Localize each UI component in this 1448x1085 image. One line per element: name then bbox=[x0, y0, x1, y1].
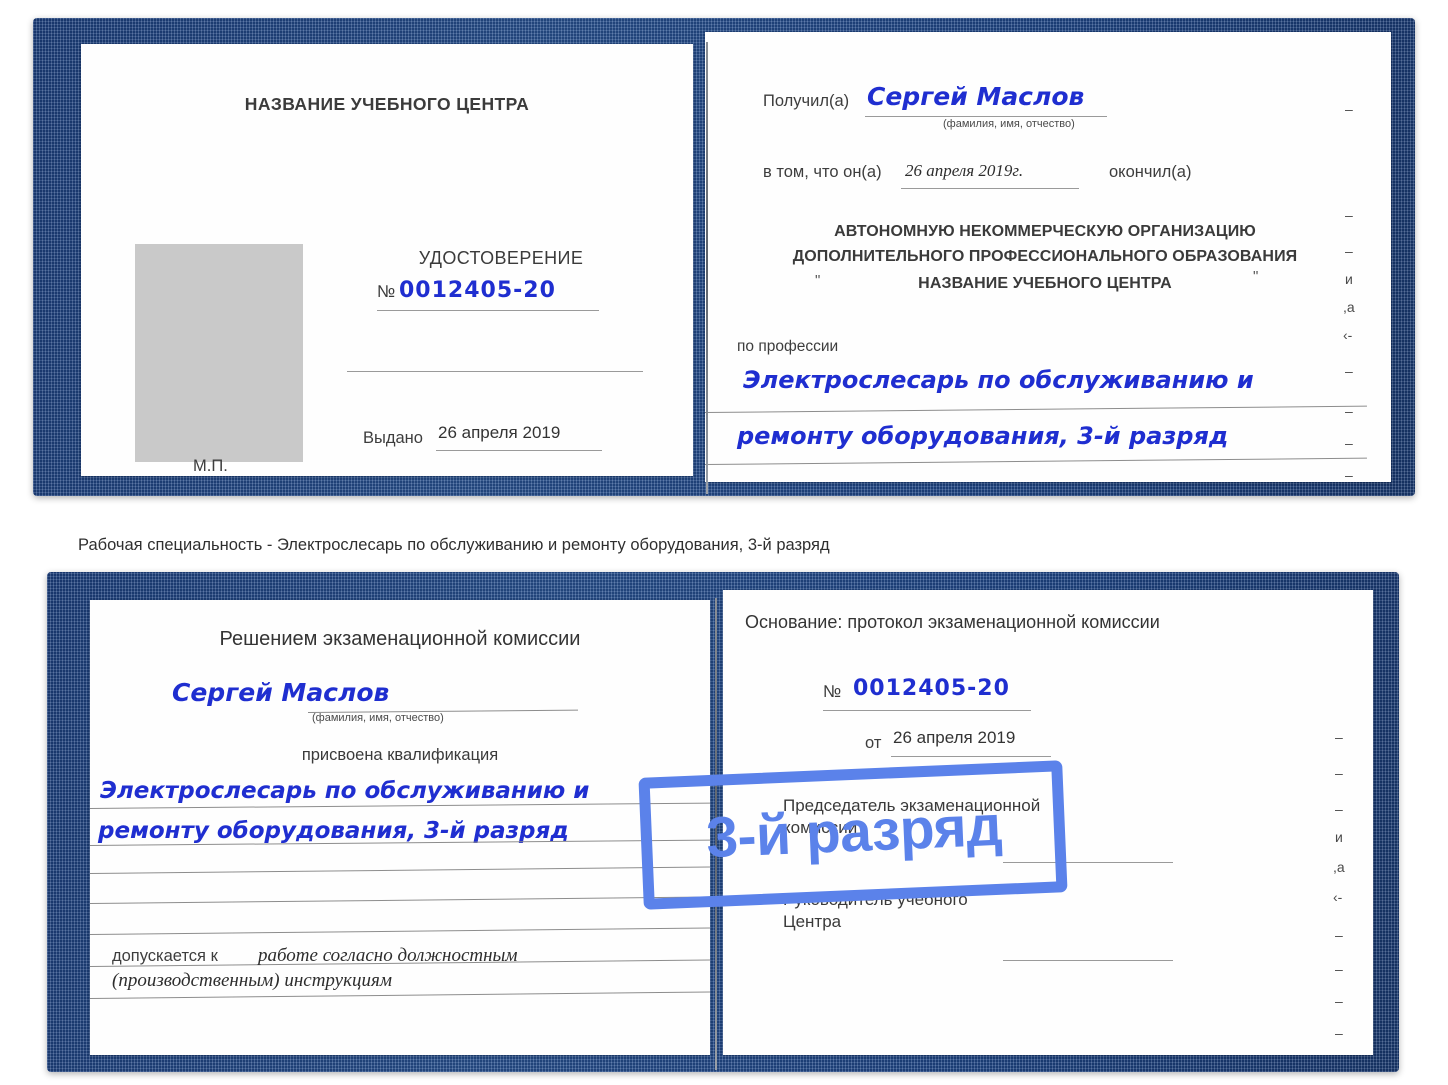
edge-mark-6: – bbox=[1345, 363, 1353, 379]
edge2-mark-2: – bbox=[1335, 801, 1343, 817]
head-line-2: Центра bbox=[783, 912, 842, 931]
book-spine-top bbox=[706, 42, 708, 494]
edge2-mark-4: ,а bbox=[1333, 859, 1345, 875]
protocol-date: 26 апреля 2019 bbox=[893, 728, 1016, 747]
protocol-date-underline bbox=[891, 756, 1051, 758]
edge2-mark-1: – bbox=[1335, 765, 1343, 781]
completion-date-underline bbox=[901, 188, 1079, 190]
edge-mark-7: – bbox=[1345, 403, 1353, 419]
profession-line-2: ремонту оборудования, 3-й разряд bbox=[737, 422, 1229, 450]
edge2-mark-0: – bbox=[1335, 729, 1343, 745]
profession-line-1: Электрослесарь по обслуживанию и bbox=[743, 366, 1254, 394]
issued-date: 26 апреля 2019 bbox=[438, 423, 561, 442]
blank-rule-1 bbox=[90, 866, 710, 875]
page-caption: Рабочая специальность - Электрослесарь п… bbox=[78, 536, 830, 554]
in-that-label: в том, что он(а) bbox=[763, 163, 882, 181]
profession-rule-1 bbox=[705, 405, 1367, 414]
doc1-right-page: Получил(а) Сергей Маслов (фамилия, имя, … bbox=[705, 32, 1391, 482]
edge2-mark-7: – bbox=[1335, 961, 1343, 977]
fio-hint: (фамилия, имя, отчество) bbox=[943, 118, 1075, 130]
recipient-name: Сергей Маслов bbox=[867, 82, 1085, 111]
head-signature-line bbox=[1003, 960, 1173, 962]
org-line-2: ДОПОЛНИТЕЛЬНОГО ПРОФЕССИОНАЛЬНОГО ОБРАЗО… bbox=[792, 248, 1298, 265]
issued-label: Выдано bbox=[363, 429, 423, 447]
certificate-number: 0012405-20 bbox=[399, 278, 556, 303]
from-label: от bbox=[865, 734, 882, 752]
edge-mark-3: и bbox=[1345, 271, 1353, 287]
decision-title: Решением экзаменационной комиссии bbox=[219, 628, 581, 650]
edge-mark-2: – bbox=[1345, 243, 1353, 259]
qualification-line-1: Электрослесарь по обслуживанию и bbox=[100, 778, 590, 804]
doc2-left-page: Решением экзаменационной комиссии Сергей… bbox=[90, 600, 710, 1055]
blank-rule-5 bbox=[90, 991, 710, 1000]
blank-rule-2 bbox=[90, 896, 710, 905]
doc1-left-page: НАЗВАНИЕ УЧЕБНОГО ЦЕНТРА УДОСТОВЕРЕНИЕ №… bbox=[81, 44, 693, 476]
fio-hint-2: (фамилия, имя, отчество) bbox=[312, 712, 444, 724]
protocol-number-underline bbox=[823, 710, 1031, 712]
edge-mark-4: ,а bbox=[1343, 299, 1355, 315]
org-quote-close: " bbox=[1253, 268, 1259, 285]
issued-underline bbox=[436, 450, 602, 452]
blank-rule-3 bbox=[90, 927, 710, 936]
admitted-line-1: работе согласно должностным bbox=[258, 945, 518, 966]
profession-rule-2 bbox=[705, 457, 1367, 466]
received-label: Получил(а) bbox=[763, 92, 850, 110]
edge-mark-1: – bbox=[1345, 207, 1353, 223]
edge2-mark-6: – bbox=[1335, 927, 1343, 943]
org-line-1: АВТОНОМНУЮ НЕКОММЕРЧЕСКУЮ ОРГАНИЗАЦИЮ bbox=[834, 223, 1256, 240]
edge2-mark-8: – bbox=[1335, 993, 1343, 1009]
admitted-line-2: (производственным) инструкциям bbox=[112, 970, 392, 991]
edge2-mark-5: ‹- bbox=[1333, 889, 1343, 905]
stamp-label: М.П. bbox=[193, 457, 228, 475]
basis-label: Основание: протокол экзаменационной коми… bbox=[745, 612, 1160, 632]
org-line-3: НАЗВАНИЕ УЧЕБНОГО ЦЕНТРА bbox=[918, 275, 1172, 292]
protocol-number-symbol: № bbox=[823, 682, 842, 701]
blank-line-1 bbox=[347, 371, 643, 373]
number-symbol: № bbox=[377, 282, 396, 301]
certificate-word: УДОСТОВЕРЕНИЕ bbox=[418, 248, 584, 268]
edge-mark-9: – bbox=[1345, 467, 1353, 482]
certificate-book-top: НАЗВАНИЕ УЧЕБНОГО ЦЕНТРА УДОСТОВЕРЕНИЕ №… bbox=[33, 18, 1415, 496]
edge-mark-8: – bbox=[1345, 435, 1353, 451]
finished-label: окончил(а) bbox=[1109, 163, 1192, 181]
graduate-name: Сергей Маслов bbox=[172, 678, 390, 707]
qualification-label: присвоена квалификация bbox=[301, 746, 499, 764]
protocol-number: 0012405-20 bbox=[853, 676, 1010, 701]
number-underline bbox=[377, 310, 599, 312]
edge-mark-0: – bbox=[1345, 101, 1353, 117]
edge2-mark-9: – bbox=[1335, 1025, 1343, 1041]
qualification-line-2: ремонту оборудования, 3-й разряд bbox=[98, 818, 569, 844]
training-center-title: НАЗВАНИЕ УЧЕБНОГО ЦЕНТРА bbox=[244, 94, 530, 114]
edge-mark-5: ‹- bbox=[1343, 327, 1353, 343]
profession-label: по профессии bbox=[737, 338, 839, 355]
photo-placeholder bbox=[135, 244, 303, 462]
edge2-mark-3: и bbox=[1335, 829, 1343, 845]
completion-date: 26 апреля 2019г. bbox=[905, 161, 1024, 180]
admitted-label: допускается к bbox=[112, 947, 218, 965]
